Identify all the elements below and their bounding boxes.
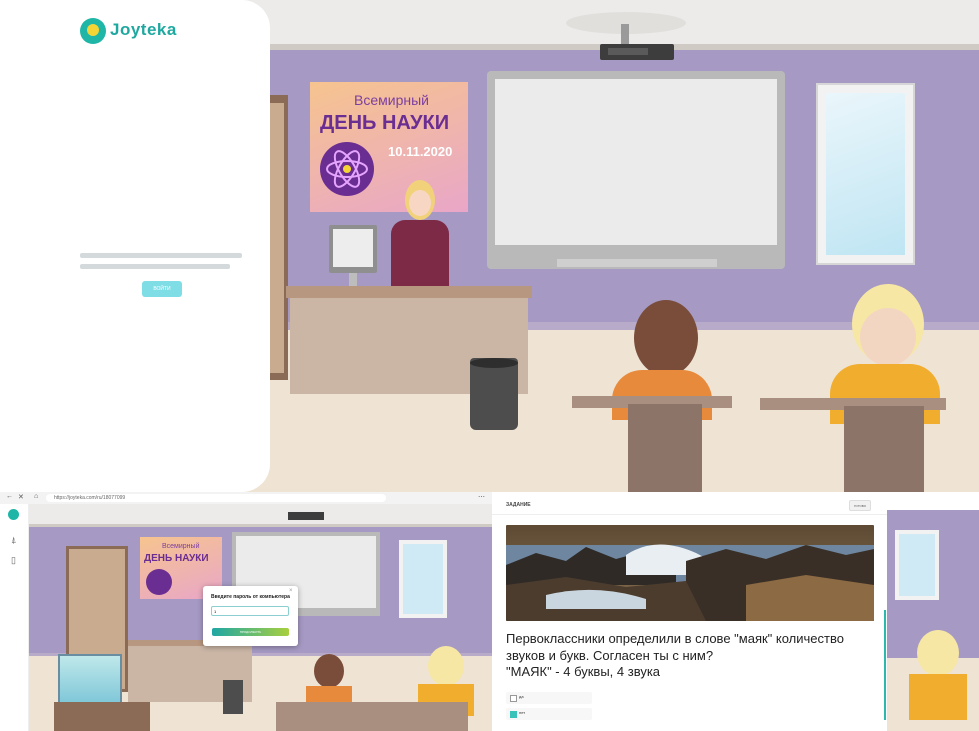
question-line: Первоклассники определили в слове "маяк"… [506,631,844,646]
student-right [760,284,946,492]
whiteboard [487,71,785,269]
aquarium [58,654,122,706]
atom-icon [320,142,374,196]
projector [556,10,696,70]
scrollbar[interactable] [884,610,886,720]
blurred-text-line [80,264,230,269]
checkbox[interactable] [510,711,517,718]
poster-line1: Всемирный [162,543,200,550]
teacher [387,180,451,292]
dialog-title: Введите пароль от компьютера [211,594,290,600]
poster-line1: Всемирный [354,92,429,108]
poster-date: 10.11.2020 [388,144,453,159]
login-panel: Joyteka ВОЙТИ [0,0,270,492]
question-text: Первоклассники определили в слове "маяк"… [506,631,876,681]
menu-icon[interactable]: ⋯ [478,493,485,501]
lock-icon: ⌂ [34,493,39,500]
window [816,83,915,265]
projector [288,512,324,520]
window [399,540,447,618]
student-desk [276,702,376,731]
question-line: "МАЯК" - 4 буквы, 4 звука [506,664,661,680]
app-sidebar: ⍋ ▯ [0,504,29,731]
classroom-scene-edge [887,510,979,731]
option-label: да [519,694,524,699]
answer-option-no[interactable]: нет [506,708,592,720]
question-line: звуков и букв. Согласен ты с ним? [506,647,714,663]
student-right [907,630,967,720]
password-dialog: × Введите пароль от компьютера ПРОДОЛЖИТ… [203,586,298,646]
book-icon[interactable]: ▯ [11,555,16,566]
poster-title: ДЕНЬ НАУКИ [320,112,450,134]
poster-title: ДЕНЬ НАУКИ [144,553,209,564]
password-input[interactable] [211,606,289,616]
url-text: https://joyteka.com/ru/18077099 [54,495,126,501]
student-desk [372,702,468,731]
ready-button[interactable]: ГОТОВО [849,500,871,511]
atom-icon [146,569,172,595]
address-bar[interactable]: https://joyteka.com/ru/18077099 [46,494,386,502]
window [895,530,939,600]
sea-rocks-image [506,525,874,621]
logo-text: Joyteka [110,20,177,39]
close-icon[interactable]: ✕ [18,493,24,501]
task-panel: ЗАДАНИЕ ГОТОВО Первоклассники определили… [492,492,887,731]
classroom-scene-main: Всемирный ДЕНЬ НАУКИ 10.11.2020 Joyteka … [0,0,979,492]
login-button[interactable]: ВОЙТИ [142,281,182,297]
cabinet [54,702,150,731]
trash-bin [223,680,243,714]
continue-button[interactable]: ПРОДОЛЖИТЬ [212,628,289,636]
student-left [572,300,732,492]
bulb-icon[interactable] [8,509,19,520]
trash-bin [470,358,518,430]
blurred-text-line [80,253,242,258]
back-icon[interactable]: ← [6,493,13,500]
bell-icon[interactable]: ⍋ [11,535,16,546]
browser-screenshot: ← ✕ ⌂ https://joyteka.com/ru/18077099 ⋯ … [0,492,492,731]
divider [492,514,887,515]
option-label: нет [519,710,526,715]
answer-option-yes[interactable]: да [506,692,592,704]
task-header: ЗАДАНИЕ [506,502,531,508]
checkbox[interactable] [510,695,517,702]
bulb-icon [80,18,106,44]
monitor [329,225,381,293]
task-screenshot: ЗАДАНИЕ ГОТОВО Первоклассники определили… [492,492,979,731]
